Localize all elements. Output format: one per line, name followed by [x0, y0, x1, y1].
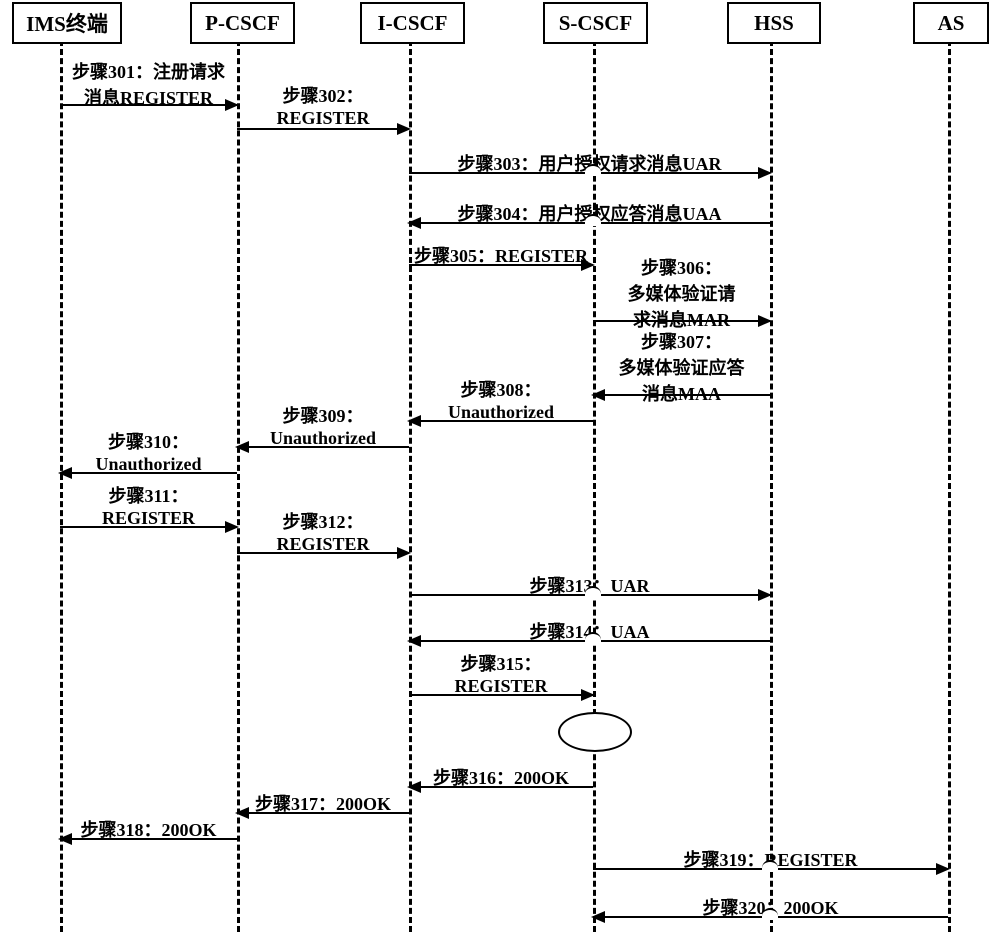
message-label: 步骤306：多媒体验证请求消息MAR [593, 254, 770, 332]
message-label: 步骤312：REGISTER [237, 508, 409, 555]
sequence-diagram: IMS终端 P-CSCF I-CSCF S-CSCF HSS AS 步骤301：… [0, 0, 1000, 936]
message-label: 步骤316：200OK [409, 764, 593, 790]
participant-hss: HSS [727, 2, 821, 44]
lifeline-hop-icon [585, 586, 601, 598]
message-label: 步骤310：Unauthorized [60, 428, 237, 475]
message-label: 步骤305：REGISTER [409, 242, 593, 268]
lifeline-hop-icon [762, 860, 778, 872]
lifeline-hop-icon [585, 632, 601, 644]
participant-i-cscf: I-CSCF [360, 2, 465, 44]
message-label: 步骤311：REGISTER [60, 482, 237, 529]
participant-ims: IMS终端 [12, 2, 122, 44]
message-label: 步骤309：Unauthorized [237, 402, 409, 449]
lifeline-hop-icon [585, 164, 601, 176]
message-label: 步骤317：200OK [237, 790, 409, 816]
message-label: 步骤302：REGISTER [237, 82, 409, 129]
lifeline-hop-icon [762, 908, 778, 920]
message-label: 步骤307：多媒体验证应答消息MAA [593, 328, 770, 406]
participant-as: AS [913, 2, 989, 44]
message-label: 步骤315：REGISTER [409, 650, 593, 697]
message-label: 步骤301：注册请求消息REGISTER [60, 58, 237, 110]
message-label: 步骤318：200OK [60, 816, 237, 842]
participant-s-cscf: S-CSCF [543, 2, 648, 44]
participant-p-cscf: P-CSCF [190, 2, 295, 44]
lifeline-hop-icon [585, 214, 601, 226]
processing-ellipse [558, 712, 632, 752]
lifeline-as [948, 40, 951, 932]
message-label: 步骤308：Unauthorized [409, 376, 593, 423]
